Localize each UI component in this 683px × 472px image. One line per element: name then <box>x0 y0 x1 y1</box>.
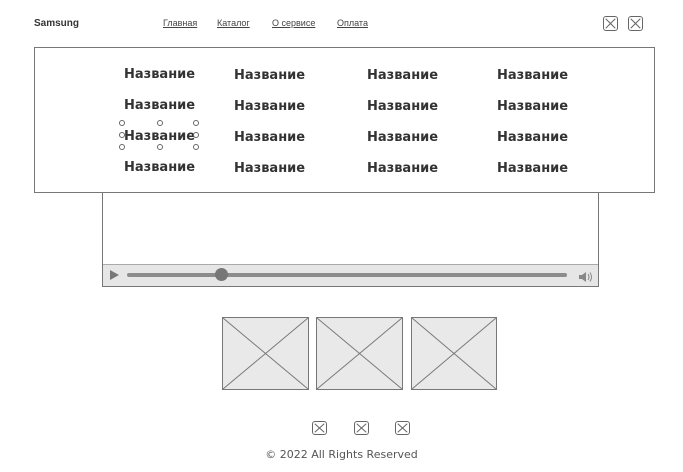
selection-handle[interactable] <box>193 120 199 126</box>
catalog-item[interactable]: Название <box>497 130 568 145</box>
catalog-item-selected[interactable]: Название <box>124 129 195 144</box>
nav-link-payment[interactable]: Оплата <box>337 18 368 28</box>
image-placeholder <box>222 317 309 390</box>
image-placeholder-icon[interactable] <box>354 421 369 435</box>
selection-handle[interactable] <box>193 144 199 150</box>
image-placeholder-icon[interactable] <box>628 16 643 31</box>
catalog-item[interactable]: Название <box>367 130 438 145</box>
catalog-item[interactable]: Название <box>497 68 568 83</box>
catalog-item[interactable]: Название <box>124 98 195 113</box>
seek-bar[interactable] <box>127 273 567 277</box>
nav-link-catalog[interactable]: Каталог <box>217 18 250 28</box>
selection-handle[interactable] <box>119 144 125 150</box>
image-placeholder <box>316 317 403 390</box>
catalog-item[interactable]: Название <box>497 99 568 114</box>
nav-link-home[interactable]: Главная <box>163 18 197 28</box>
catalog-item[interactable]: Название <box>234 130 305 145</box>
image-placeholder-icon[interactable] <box>603 16 618 31</box>
seek-handle[interactable] <box>215 268 228 281</box>
catalog-item[interactable]: Название <box>367 99 438 114</box>
catalog-item[interactable]: Название <box>234 68 305 83</box>
selection-handle[interactable] <box>193 132 199 138</box>
selection-handle[interactable] <box>119 120 125 126</box>
catalog-item[interactable]: Название <box>234 161 305 176</box>
image-placeholder <box>411 317 497 390</box>
footer-copyright: © 2022 All Rights Reserved <box>265 448 418 461</box>
image-placeholder-icon[interactable] <box>395 421 410 435</box>
volume-icon[interactable] <box>578 268 594 282</box>
catalog-item[interactable]: Название <box>124 67 195 82</box>
catalog-item[interactable]: Название <box>497 161 568 176</box>
catalog-item[interactable]: Название <box>367 68 438 83</box>
selection-handle[interactable] <box>157 120 163 126</box>
image-placeholder-icon[interactable] <box>312 421 327 435</box>
brand-logo[interactable]: Samsung <box>34 18 79 29</box>
catalog-item[interactable]: Название <box>234 99 305 114</box>
play-icon[interactable] <box>110 270 119 280</box>
nav-link-about[interactable]: О сервисе <box>272 18 315 28</box>
catalog-item[interactable]: Название <box>367 161 438 176</box>
catalog-item[interactable]: Название <box>124 160 195 175</box>
selection-handle[interactable] <box>119 132 125 138</box>
selection-handle[interactable] <box>157 144 163 150</box>
